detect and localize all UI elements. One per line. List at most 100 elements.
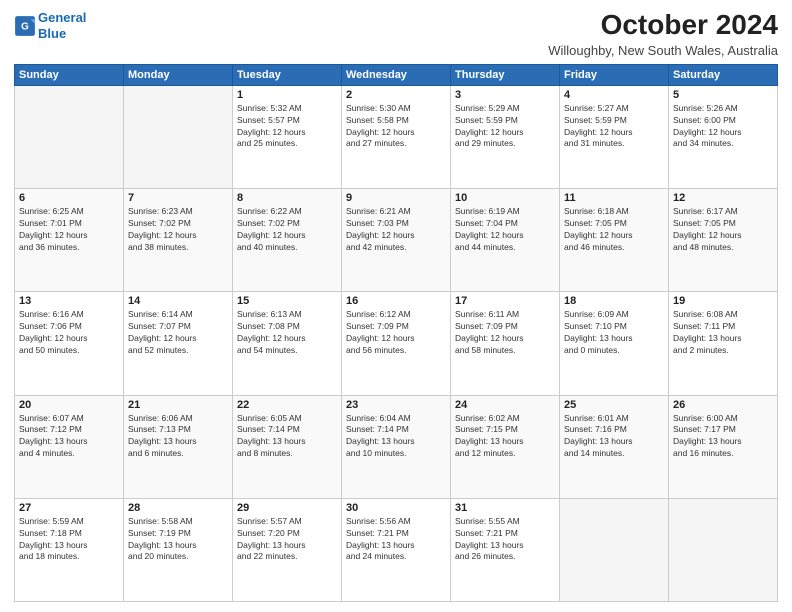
day-info: Sunrise: 5:29 AMSunset: 5:59 PMDaylight:… xyxy=(455,103,555,151)
day-info: Sunrise: 5:56 AMSunset: 7:21 PMDaylight:… xyxy=(346,516,446,564)
day-number: 21 xyxy=(128,399,228,411)
calendar-cell: 25 Sunrise: 6:01 AMSunset: 7:16 PMDayligh… xyxy=(560,395,669,498)
day-info: Sunrise: 6:04 AMSunset: 7:14 PMDaylight:… xyxy=(346,413,446,461)
calendar-cell: 22 Sunrise: 6:05 AMSunset: 7:14 PMDayligh… xyxy=(233,395,342,498)
calendar-week-row: 6 Sunrise: 6:25 AMSunset: 7:01 PMDaylight… xyxy=(15,189,778,292)
day-info: Sunrise: 6:13 AMSunset: 7:08 PMDaylight:… xyxy=(237,309,337,357)
weekday-header: Saturday xyxy=(669,64,778,85)
calendar-cell xyxy=(15,85,124,188)
day-number: 25 xyxy=(564,399,664,411)
day-number: 2 xyxy=(346,89,446,101)
day-number: 5 xyxy=(673,89,773,101)
day-info: Sunrise: 5:27 AMSunset: 5:59 PMDaylight:… xyxy=(564,103,664,151)
day-number: 7 xyxy=(128,192,228,204)
day-info: Sunrise: 6:19 AMSunset: 7:04 PMDaylight:… xyxy=(455,206,555,254)
day-number: 16 xyxy=(346,295,446,307)
day-info: Sunrise: 6:01 AMSunset: 7:16 PMDaylight:… xyxy=(564,413,664,461)
day-number: 6 xyxy=(19,192,119,204)
logo: G General Blue xyxy=(14,10,86,41)
day-number: 15 xyxy=(237,295,337,307)
calendar-cell: 28Sunrise: 5:58 AMSunset: 7:19 PMDayligh… xyxy=(124,498,233,601)
day-info: Sunrise: 5:58 AMSunset: 7:19 PMDaylight:… xyxy=(128,516,228,564)
logo-line1: General xyxy=(38,10,86,25)
calendar-cell: 23 Sunrise: 6:04 AMSunset: 7:14 PMDayligh… xyxy=(342,395,451,498)
header: G General Blue October 2024 Willoughby, … xyxy=(14,10,778,58)
day-info: Sunrise: 6:22 AMSunset: 7:02 PMDaylight:… xyxy=(237,206,337,254)
calendar-cell: 29Sunrise: 5:57 AMSunset: 7:20 PMDayligh… xyxy=(233,498,342,601)
page: G General Blue October 2024 Willoughby, … xyxy=(0,0,792,612)
weekday-header: Thursday xyxy=(451,64,560,85)
day-number: 22 xyxy=(237,399,337,411)
day-info: Sunrise: 6:07 AMSunset: 7:12 PMDaylight:… xyxy=(19,413,119,461)
calendar-cell xyxy=(669,498,778,601)
calendar-cell: 27Sunrise: 5:59 AMSunset: 7:18 PMDayligh… xyxy=(15,498,124,601)
day-number: 23 xyxy=(346,399,446,411)
calendar-cell: 3Sunrise: 5:29 AMSunset: 5:59 PMDaylight… xyxy=(451,85,560,188)
calendar-cell: 14Sunrise: 6:14 AMSunset: 7:07 PMDayligh… xyxy=(124,292,233,395)
weekday-header: Wednesday xyxy=(342,64,451,85)
weekday-header: Sunday xyxy=(15,64,124,85)
calendar-cell: 18 Sunrise: 6:09 AMSunset: 7:10 PMDayligh… xyxy=(560,292,669,395)
day-info: Sunrise: 5:30 AMSunset: 5:58 PMDaylight:… xyxy=(346,103,446,151)
day-number: 18 xyxy=(564,295,664,307)
day-number: 1 xyxy=(237,89,337,101)
day-info: Sunrise: 5:55 AMSunset: 7:21 PMDaylight:… xyxy=(455,516,555,564)
logo-text: General Blue xyxy=(38,10,86,41)
day-info: Sunrise: 6:25 AMSunset: 7:01 PMDaylight:… xyxy=(19,206,119,254)
calendar-cell: 16 Sunrise: 6:12 AMSunset: 7:09 PMDayligh… xyxy=(342,292,451,395)
day-info: Sunrise: 6:09 AMSunset: 7:10 PMDaylight:… xyxy=(564,309,664,357)
calendar-cell xyxy=(124,85,233,188)
day-info: Sunrise: 5:59 AMSunset: 7:18 PMDaylight:… xyxy=(19,516,119,564)
calendar-cell: 2 Sunrise: 5:30 AMSunset: 5:58 PMDaylight… xyxy=(342,85,451,188)
day-number: 30 xyxy=(346,502,446,514)
calendar-cell: 1 Sunrise: 5:32 AMSunset: 5:57 PMDaylight… xyxy=(233,85,342,188)
calendar-cell: 11Sunrise: 6:18 AMSunset: 7:05 PMDayligh… xyxy=(560,189,669,292)
day-info: Sunrise: 6:00 AMSunset: 7:17 PMDaylight:… xyxy=(673,413,773,461)
calendar-cell: 8Sunrise: 6:22 AMSunset: 7:02 PMDaylight… xyxy=(233,189,342,292)
calendar-cell: 13 Sunrise: 6:16 AMSunset: 7:06 PMDayligh… xyxy=(15,292,124,395)
calendar-cell: 9 Sunrise: 6:21 AMSunset: 7:03 PMDaylight… xyxy=(342,189,451,292)
day-number: 13 xyxy=(19,295,119,307)
day-info: Sunrise: 5:32 AMSunset: 5:57 PMDaylight:… xyxy=(237,103,337,151)
day-info: Sunrise: 6:06 AMSunset: 7:13 PMDaylight:… xyxy=(128,413,228,461)
day-info: Sunrise: 6:05 AMSunset: 7:14 PMDaylight:… xyxy=(237,413,337,461)
day-info: Sunrise: 6:08 AMSunset: 7:11 PMDaylight:… xyxy=(673,309,773,357)
calendar-cell: 5Sunrise: 5:26 AMSunset: 6:00 PMDaylight… xyxy=(669,85,778,188)
calendar-week-row: 20 Sunrise: 6:07 AMSunset: 7:12 PMDayligh… xyxy=(15,395,778,498)
day-number: 24 xyxy=(455,399,555,411)
calendar-cell: 26 Sunrise: 6:00 AMSunset: 7:17 PMDayligh… xyxy=(669,395,778,498)
day-info: Sunrise: 6:11 AMSunset: 7:09 PMDaylight:… xyxy=(455,309,555,357)
svg-text:G: G xyxy=(21,21,29,32)
day-number: 31 xyxy=(455,502,555,514)
day-info: Sunrise: 6:18 AMSunset: 7:05 PMDaylight:… xyxy=(564,206,664,254)
calendar-cell: 30 Sunrise: 5:56 AMSunset: 7:21 PMDayligh… xyxy=(342,498,451,601)
day-info: Sunrise: 6:14 AMSunset: 7:07 PMDaylight:… xyxy=(128,309,228,357)
title-block: October 2024 Willoughby, New South Wales… xyxy=(548,10,778,58)
day-number: 26 xyxy=(673,399,773,411)
day-info: Sunrise: 6:16 AMSunset: 7:06 PMDaylight:… xyxy=(19,309,119,357)
calendar-cell xyxy=(560,498,669,601)
day-info: Sunrise: 6:02 AMSunset: 7:15 PMDaylight:… xyxy=(455,413,555,461)
calendar-subtitle: Willoughby, New South Wales, Australia xyxy=(548,43,778,58)
calendar-cell: 19 Sunrise: 6:08 AMSunset: 7:11 PMDayligh… xyxy=(669,292,778,395)
day-info: Sunrise: 5:57 AMSunset: 7:20 PMDaylight:… xyxy=(237,516,337,564)
day-number: 9 xyxy=(346,192,446,204)
calendar-cell: 4Sunrise: 5:27 AMSunset: 5:59 PMDaylight… xyxy=(560,85,669,188)
calendar-cell: 20 Sunrise: 6:07 AMSunset: 7:12 PMDayligh… xyxy=(15,395,124,498)
day-number: 20 xyxy=(19,399,119,411)
calendar-cell: 10Sunrise: 6:19 AMSunset: 7:04 PMDayligh… xyxy=(451,189,560,292)
weekday-header-row: SundayMondayTuesdayWednesdayThursdayFrid… xyxy=(15,64,778,85)
logo-icon: G xyxy=(14,15,36,37)
day-number: 19 xyxy=(673,295,773,307)
day-info: Sunrise: 6:21 AMSunset: 7:03 PMDaylight:… xyxy=(346,206,446,254)
calendar-week-row: 13 Sunrise: 6:16 AMSunset: 7:06 PMDayligh… xyxy=(15,292,778,395)
calendar-week-row: 27Sunrise: 5:59 AMSunset: 7:18 PMDayligh… xyxy=(15,498,778,601)
calendar-week-row: 1 Sunrise: 5:32 AMSunset: 5:57 PMDaylight… xyxy=(15,85,778,188)
calendar-cell: 21 Sunrise: 6:06 AMSunset: 7:13 PMDayligh… xyxy=(124,395,233,498)
day-info: Sunrise: 6:12 AMSunset: 7:09 PMDaylight:… xyxy=(346,309,446,357)
logo-line2: Blue xyxy=(38,26,66,41)
calendar-cell: 6 Sunrise: 6:25 AMSunset: 7:01 PMDaylight… xyxy=(15,189,124,292)
calendar-title: October 2024 xyxy=(548,10,778,41)
weekday-header: Tuesday xyxy=(233,64,342,85)
day-info: Sunrise: 6:17 AMSunset: 7:05 PMDaylight:… xyxy=(673,206,773,254)
